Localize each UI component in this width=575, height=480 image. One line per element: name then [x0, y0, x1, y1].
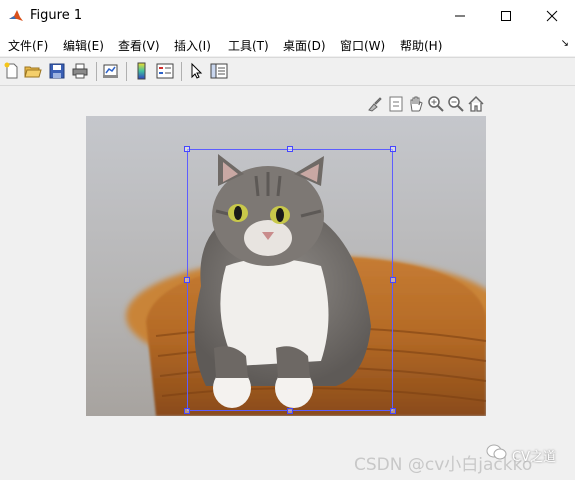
menu-bar: 文件(F) 编辑(E) 查看(V) 插入(I) 工具(T) 桌面(D) 窗口(W… — [0, 32, 575, 56]
menu-edit[interactable]: 编辑(E) — [63, 37, 104, 54]
maximize-button[interactable] — [483, 0, 529, 32]
matlab-logo-icon — [8, 8, 24, 24]
toolbar-separator — [126, 62, 127, 81]
new-figure-icon[interactable] — [3, 62, 21, 80]
window-title: Figure 1 — [30, 8, 83, 23]
roi-handle-middle-left[interactable] — [184, 277, 190, 283]
open-file-icon[interactable] — [24, 62, 42, 80]
link-plot-icon[interactable] — [102, 62, 120, 80]
roi-handle-bottom-left[interactable] — [184, 408, 190, 414]
roi-handle-top-left[interactable] — [184, 146, 190, 152]
zoom-out-icon[interactable] — [447, 95, 465, 113]
zoom-in-icon[interactable] — [427, 95, 445, 113]
colorbar-icon[interactable] — [133, 62, 151, 80]
wechat-icon — [486, 444, 507, 460]
legend-icon[interactable] — [156, 62, 174, 80]
menu-insert[interactable]: 插入(I) — [174, 37, 211, 54]
figure-toolbar — [0, 57, 575, 86]
toolbar-separator — [96, 62, 97, 81]
print-icon[interactable] — [71, 62, 89, 80]
roi-handle-middle-right[interactable] — [390, 277, 396, 283]
roi-handle-bottom-center[interactable] — [287, 408, 293, 414]
title-bar: Figure 1 — [0, 0, 575, 32]
menu-help[interactable]: 帮助(H) — [400, 37, 442, 54]
brush-icon[interactable] — [366, 95, 384, 113]
close-button[interactable] — [529, 0, 575, 32]
roi-rectangle[interactable] — [187, 149, 393, 411]
watermark-brand: CV之道 — [512, 450, 556, 465]
menu-tools[interactable]: 工具(T) — [228, 37, 269, 54]
edit-plot-arrow-icon[interactable] — [187, 62, 205, 80]
roi-handle-top-right[interactable] — [390, 146, 396, 152]
close-icon — [546, 10, 558, 22]
menu-file[interactable]: 文件(F) — [8, 37, 48, 54]
pan-icon[interactable] — [407, 95, 425, 113]
minimize-icon — [455, 15, 465, 17]
menu-desktop[interactable]: 桌面(D) — [283, 37, 326, 54]
home-icon[interactable] — [467, 95, 485, 113]
minimize-button[interactable] — [437, 0, 483, 32]
save-icon[interactable] — [48, 62, 66, 80]
toolbar-separator — [181, 62, 182, 81]
maximize-icon — [501, 11, 511, 21]
dock-arrow-icon[interactable]: ↘ — [561, 38, 569, 49]
roi-handle-bottom-right[interactable] — [390, 408, 396, 414]
menu-view[interactable]: 查看(V) — [118, 37, 160, 54]
menu-window[interactable]: 窗口(W) — [340, 37, 385, 54]
property-inspector-icon[interactable] — [210, 62, 228, 80]
roi-handle-top-center[interactable] — [287, 146, 293, 152]
data-tips-icon[interactable] — [387, 95, 405, 113]
